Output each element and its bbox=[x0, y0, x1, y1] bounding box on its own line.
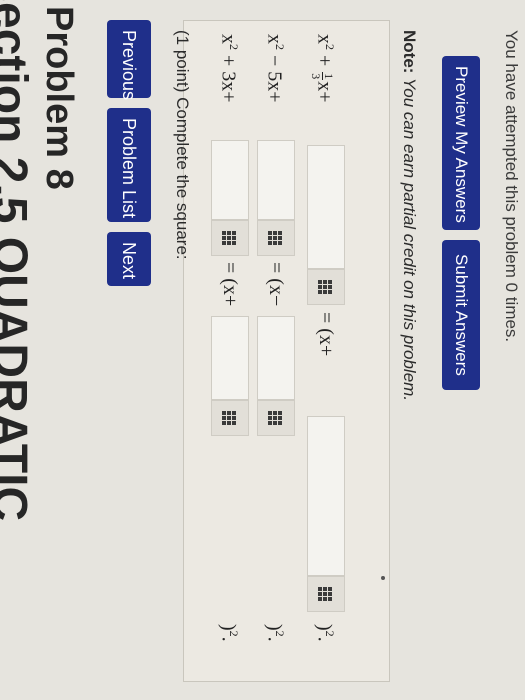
row1-dot: . bbox=[217, 636, 240, 642]
row2-rest: − 5x+ bbox=[263, 50, 286, 103]
row3-input-b[interactable] bbox=[307, 416, 345, 576]
row2-close: )2. bbox=[262, 624, 287, 642]
row3-mid: + bbox=[313, 50, 336, 72]
stray-dot bbox=[381, 576, 385, 580]
row1-var: x bbox=[217, 34, 240, 44]
grid-icon bbox=[318, 280, 332, 294]
problem-title: Problem 8 bbox=[38, 6, 80, 190]
screen: Section 2.5 QUADRATIC Problem 8 Previous… bbox=[0, 0, 525, 700]
row3-var: x bbox=[313, 34, 336, 44]
previous-button[interactable]: Previous bbox=[107, 20, 151, 100]
note-text: You can earn partial credit on this prob… bbox=[400, 73, 419, 402]
problem-list-button[interactable]: Problem List bbox=[107, 108, 151, 222]
next-button[interactable]: Next bbox=[107, 232, 151, 286]
row1-lhs: x2 + 3x+ bbox=[216, 34, 241, 103]
grid-icon bbox=[318, 587, 332, 601]
grid-icon bbox=[268, 231, 282, 245]
row1-grid-a[interactable] bbox=[211, 220, 249, 256]
grid-icon bbox=[268, 411, 282, 425]
row3-grid-b[interactable] bbox=[307, 576, 345, 612]
preview-answers-button[interactable]: Preview My Answers bbox=[442, 56, 480, 230]
grid-icon bbox=[222, 411, 236, 425]
row1-eq: = (x+ bbox=[219, 262, 241, 307]
submit-answers-button[interactable]: Submit Answers bbox=[442, 240, 480, 390]
partial-credit-note: Note: You can earn partial credit on thi… bbox=[399, 30, 419, 401]
grid-icon bbox=[222, 231, 236, 245]
row1-grid-b[interactable] bbox=[211, 400, 249, 436]
row2-input-a[interactable] bbox=[257, 140, 295, 220]
row3-close: )2. bbox=[312, 624, 337, 642]
row3-fraction: 13 bbox=[309, 72, 337, 81]
problem-prompt: (1 point) Complete the square: bbox=[173, 30, 192, 260]
row1-rest: + 3x+ bbox=[217, 50, 240, 103]
row1-input-a[interactable] bbox=[211, 140, 249, 220]
row3-frac-num: 1 bbox=[322, 72, 337, 81]
row3-eq: = (x+ bbox=[315, 312, 337, 357]
row2-dot: . bbox=[263, 636, 286, 642]
row3-rest: x+ bbox=[313, 81, 336, 103]
row1-input-b[interactable] bbox=[211, 316, 249, 400]
row2-eq: = (x− bbox=[265, 262, 287, 307]
row2-var: x bbox=[263, 34, 286, 44]
row3-dot: . bbox=[313, 636, 336, 642]
row2-paren: ) bbox=[263, 624, 286, 631]
row2-grid-a[interactable] bbox=[257, 220, 295, 256]
row2-input-b[interactable] bbox=[257, 316, 295, 400]
row1-close: )2. bbox=[216, 624, 241, 642]
row2-lhs: x2 − 5x+ bbox=[262, 34, 287, 103]
section-title: Section 2.5 QUADRATIC bbox=[0, 0, 36, 522]
row2-grid-b[interactable] bbox=[257, 400, 295, 436]
webwork-page: Section 2.5 QUADRATIC Problem 8 Previous… bbox=[0, 0, 525, 700]
row3-input-a[interactable] bbox=[307, 145, 345, 269]
row3-frac-den: 3 bbox=[309, 73, 324, 80]
attempts-status: You have attempted this problem 0 times. bbox=[502, 30, 521, 343]
row3-paren: ) bbox=[313, 624, 336, 631]
row3-lhs: x2 + 1 3 x+ bbox=[309, 34, 337, 103]
note-label: Note: bbox=[400, 30, 419, 74]
row3-grid-a[interactable] bbox=[307, 269, 345, 305]
row1-paren: ) bbox=[217, 624, 240, 631]
